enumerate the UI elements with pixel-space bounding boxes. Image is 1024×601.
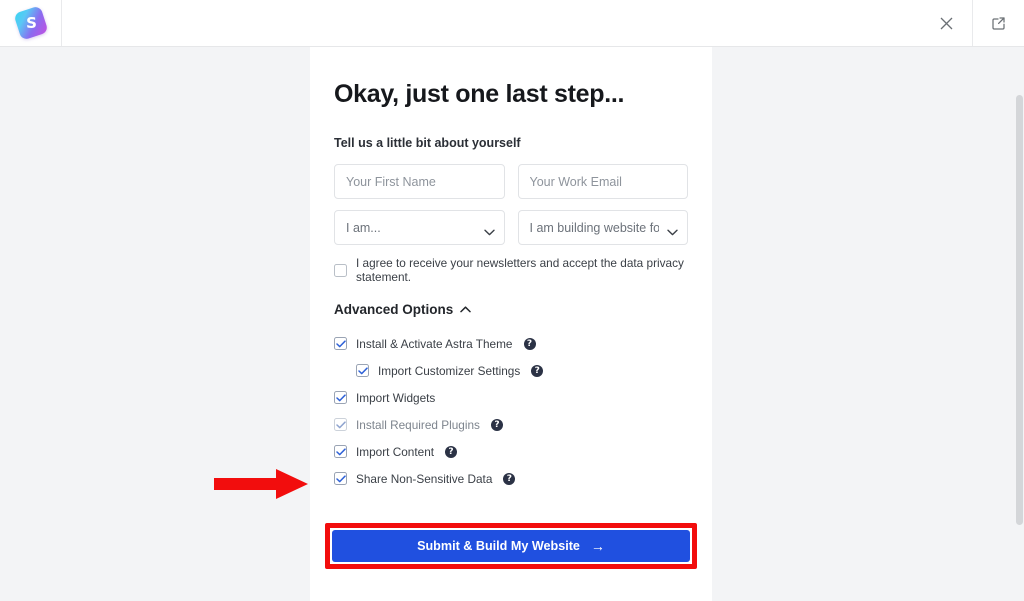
top-bar: S [0,0,1024,47]
option-import-content[interactable]: Import Content ? [334,438,688,465]
i-am-select[interactable]: I am... [334,210,505,245]
open-in-new-button[interactable] [972,0,1024,46]
advanced-options-toggle[interactable]: Advanced Options [334,302,472,317]
advanced-options-list: Install & Activate Astra Theme ? Import … [334,330,688,492]
role-purpose-row: I am... I am building website for... [334,210,688,245]
option-label: Import Widgets [356,390,436,405]
top-bar-spacer [62,0,921,46]
building-for-field: I am building website for... [517,210,688,245]
option-checkbox[interactable] [334,391,347,404]
help-icon[interactable]: ? [523,337,536,350]
newsletter-consent-checkbox[interactable] [334,263,347,277]
option-checkbox[interactable] [334,418,347,431]
submit-build-website-button[interactable]: Submit & Build My Website → [332,530,690,562]
first-name-input[interactable] [334,164,505,199]
option-install-required-plugins[interactable]: Install Required Plugins ? [334,411,688,438]
newsletter-consent-row[interactable]: I agree to receive your newsletters and … [334,256,688,284]
arrow-right-icon: → [590,538,605,554]
first-name-field [334,164,505,199]
form-subheading: Tell us a little bit about yourself [334,136,521,150]
name-email-row [334,164,688,199]
option-checkbox[interactable] [334,472,347,485]
option-label: Install & Activate Astra Theme [356,336,513,351]
page-background: Okay, just one last step... Tell us a li… [0,47,1024,601]
submit-button-label: Submit & Build My Website [417,539,580,553]
logo-glyph: S [25,13,36,32]
option-import-customizer-settings[interactable]: Import Customizer Settings ? [334,357,688,384]
option-install-astra-theme[interactable]: Install & Activate Astra Theme ? [334,330,688,357]
scrollbar-track[interactable] [1015,47,1024,525]
advanced-options-label: Advanced Options [334,302,454,317]
help-icon[interactable]: ? [490,418,503,431]
i-am-field: I am... [334,210,505,245]
option-label: Import Content [356,444,435,459]
work-email-input[interactable] [517,164,688,199]
option-label: Share Non-Sensitive Data [356,471,493,486]
option-label: Install Required Plugins [356,417,480,432]
onboarding-card: Okay, just one last step... Tell us a li… [310,47,712,601]
page-title: Okay, just one last step... [334,80,625,108]
starter-templates-logo[interactable]: S [12,5,49,41]
logo-cell: S [0,0,62,46]
help-icon[interactable]: ? [503,472,516,485]
option-checkbox[interactable] [356,364,369,377]
external-link-icon [991,16,1006,31]
pointer-annotation-arrow [214,465,310,503]
building-for-select[interactable]: I am building website for... [517,210,688,245]
help-icon[interactable]: ? [531,364,544,377]
submit-area: Submit & Build My Website → [325,523,697,575]
scrollbar-thumb[interactable] [1016,95,1023,525]
chevron-up-icon [460,306,472,313]
work-email-field [517,164,688,199]
close-icon [940,17,953,30]
option-import-widgets[interactable]: Import Widgets [334,384,688,411]
option-share-non-sensitive-data[interactable]: Share Non-Sensitive Data ? [334,465,688,492]
help-icon[interactable]: ? [445,445,458,458]
option-checkbox[interactable] [334,337,347,350]
newsletter-consent-label: I agree to receive your newsletters and … [356,256,684,284]
close-button[interactable] [921,0,972,46]
option-checkbox[interactable] [334,445,347,458]
option-label: Import Customizer Settings [378,363,521,378]
